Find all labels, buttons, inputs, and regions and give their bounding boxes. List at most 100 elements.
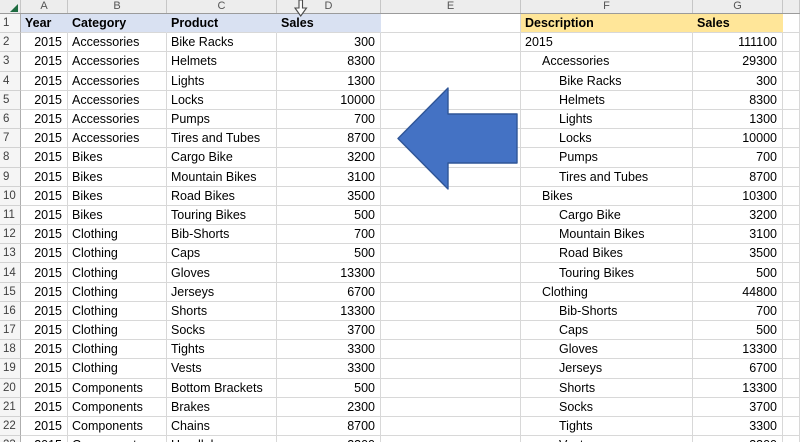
cell-A22[interactable]: 2015 — [21, 417, 68, 436]
cell-A13[interactable]: 2015 — [21, 244, 68, 263]
cell-B22[interactable]: Components — [68, 417, 167, 436]
cell-G3[interactable]: 29300 — [693, 52, 783, 71]
cell-E3[interactable] — [381, 52, 521, 71]
cell-G18[interactable]: 13300 — [693, 340, 783, 359]
cell-C5[interactable]: Locks — [167, 91, 277, 110]
cell-F23[interactable]: Vests — [521, 436, 693, 442]
cell-F20[interactable]: Shorts — [521, 379, 693, 398]
cell-C3[interactable]: Helmets — [167, 52, 277, 71]
cell-B1[interactable]: Category — [68, 14, 167, 33]
row-header-13[interactable]: 13 — [0, 244, 21, 263]
cell-H20[interactable] — [783, 379, 800, 398]
cell-F11[interactable]: Cargo Bike — [521, 206, 693, 225]
cell-C22[interactable]: Chains — [167, 417, 277, 436]
cell-E2[interactable] — [381, 33, 521, 52]
cell-D3[interactable]: 8300 — [277, 52, 381, 71]
cell-G15[interactable]: 44800 — [693, 283, 783, 302]
cell-E20[interactable] — [381, 379, 521, 398]
row-header-1[interactable]: 1 — [0, 14, 21, 33]
cell-F18[interactable]: Gloves — [521, 340, 693, 359]
cell-A4[interactable]: 2015 — [21, 72, 68, 91]
cell-B17[interactable]: Clothing — [68, 321, 167, 340]
cell-B10[interactable]: Bikes — [68, 187, 167, 206]
cell-H3[interactable] — [783, 52, 800, 71]
cell-E22[interactable] — [381, 417, 521, 436]
cell-H12[interactable] — [783, 225, 800, 244]
cell-C23[interactable]: Handlebars — [167, 436, 277, 442]
cell-B4[interactable]: Accessories — [68, 72, 167, 91]
cell-F17[interactable]: Caps — [521, 321, 693, 340]
cell-A21[interactable]: 2015 — [21, 398, 68, 417]
cell-A14[interactable]: 2015 — [21, 263, 68, 282]
cell-E1[interactable] — [381, 14, 521, 33]
cell-C13[interactable]: Caps — [167, 244, 277, 263]
cell-F13[interactable]: Road Bikes — [521, 244, 693, 263]
cell-B5[interactable]: Accessories — [68, 91, 167, 110]
row-header-9[interactable]: 9 — [0, 168, 21, 187]
cell-C7[interactable]: Tires and Tubes — [167, 129, 277, 148]
cell-D18[interactable]: 3300 — [277, 340, 381, 359]
cell-F12[interactable]: Mountain Bikes — [521, 225, 693, 244]
cell-A6[interactable]: 2015 — [21, 110, 68, 129]
column-header-E[interactable]: E — [381, 0, 521, 13]
row-header-18[interactable]: 18 — [0, 340, 21, 359]
cell-A16[interactable]: 2015 — [21, 302, 68, 321]
cell-B21[interactable]: Components — [68, 398, 167, 417]
row-header-10[interactable]: 10 — [0, 187, 21, 206]
cell-E14[interactable] — [381, 263, 521, 282]
column-header-C[interactable]: C — [167, 0, 277, 13]
cell-D12[interactable]: 700 — [277, 225, 381, 244]
cell-G16[interactable]: 700 — [693, 302, 783, 321]
cell-F19[interactable]: Jerseys — [521, 359, 693, 378]
cell-H1[interactable] — [783, 14, 800, 33]
cell-G1[interactable]: Sales — [693, 14, 783, 33]
cell-A11[interactable]: 2015 — [21, 206, 68, 225]
cell-A5[interactable]: 2015 — [21, 91, 68, 110]
cell-C6[interactable]: Pumps — [167, 110, 277, 129]
cell-G8[interactable]: 700 — [693, 148, 783, 167]
cell-C4[interactable]: Lights — [167, 72, 277, 91]
cell-H9[interactable] — [783, 168, 800, 187]
cell-D6[interactable]: 700 — [277, 110, 381, 129]
row-header-11[interactable]: 11 — [0, 206, 21, 225]
cell-B9[interactable]: Bikes — [68, 168, 167, 187]
cell-A15[interactable]: 2015 — [21, 283, 68, 302]
cell-F15[interactable]: Clothing — [521, 283, 693, 302]
cell-D2[interactable]: 300 — [277, 33, 381, 52]
cell-B18[interactable]: Clothing — [68, 340, 167, 359]
cell-E23[interactable] — [381, 436, 521, 442]
row-header-6[interactable]: 6 — [0, 110, 21, 129]
cell-D20[interactable]: 500 — [277, 379, 381, 398]
cell-G7[interactable]: 10000 — [693, 129, 783, 148]
cell-G17[interactable]: 500 — [693, 321, 783, 340]
cell-C1[interactable]: Product — [167, 14, 277, 33]
cell-D10[interactable]: 3500 — [277, 187, 381, 206]
cell-C18[interactable]: Tights — [167, 340, 277, 359]
cell-F14[interactable]: Touring Bikes — [521, 263, 693, 282]
cell-G4[interactable]: 300 — [693, 72, 783, 91]
cell-F8[interactable]: Pumps — [521, 148, 693, 167]
cell-B23[interactable]: Components — [68, 436, 167, 442]
cell-B11[interactable]: Bikes — [68, 206, 167, 225]
cell-B15[interactable]: Clothing — [68, 283, 167, 302]
cell-G2[interactable]: 111100 — [693, 33, 783, 52]
cell-B12[interactable]: Clothing — [68, 225, 167, 244]
cell-B2[interactable]: Accessories — [68, 33, 167, 52]
cell-H6[interactable] — [783, 110, 800, 129]
cell-A19[interactable]: 2015 — [21, 359, 68, 378]
cell-E15[interactable] — [381, 283, 521, 302]
cell-B13[interactable]: Clothing — [68, 244, 167, 263]
cell-D16[interactable]: 13300 — [277, 302, 381, 321]
cell-B20[interactable]: Components — [68, 379, 167, 398]
row-header-8[interactable]: 8 — [0, 148, 21, 167]
cell-H11[interactable] — [783, 206, 800, 225]
cell-B14[interactable]: Clothing — [68, 263, 167, 282]
select-all-corner[interactable] — [0, 0, 21, 13]
cell-A7[interactable]: 2015 — [21, 129, 68, 148]
cell-A10[interactable]: 2015 — [21, 187, 68, 206]
cell-G14[interactable]: 500 — [693, 263, 783, 282]
cell-B6[interactable]: Accessories — [68, 110, 167, 129]
cell-C19[interactable]: Vests — [167, 359, 277, 378]
cell-D21[interactable]: 2300 — [277, 398, 381, 417]
cell-G13[interactable]: 3500 — [693, 244, 783, 263]
